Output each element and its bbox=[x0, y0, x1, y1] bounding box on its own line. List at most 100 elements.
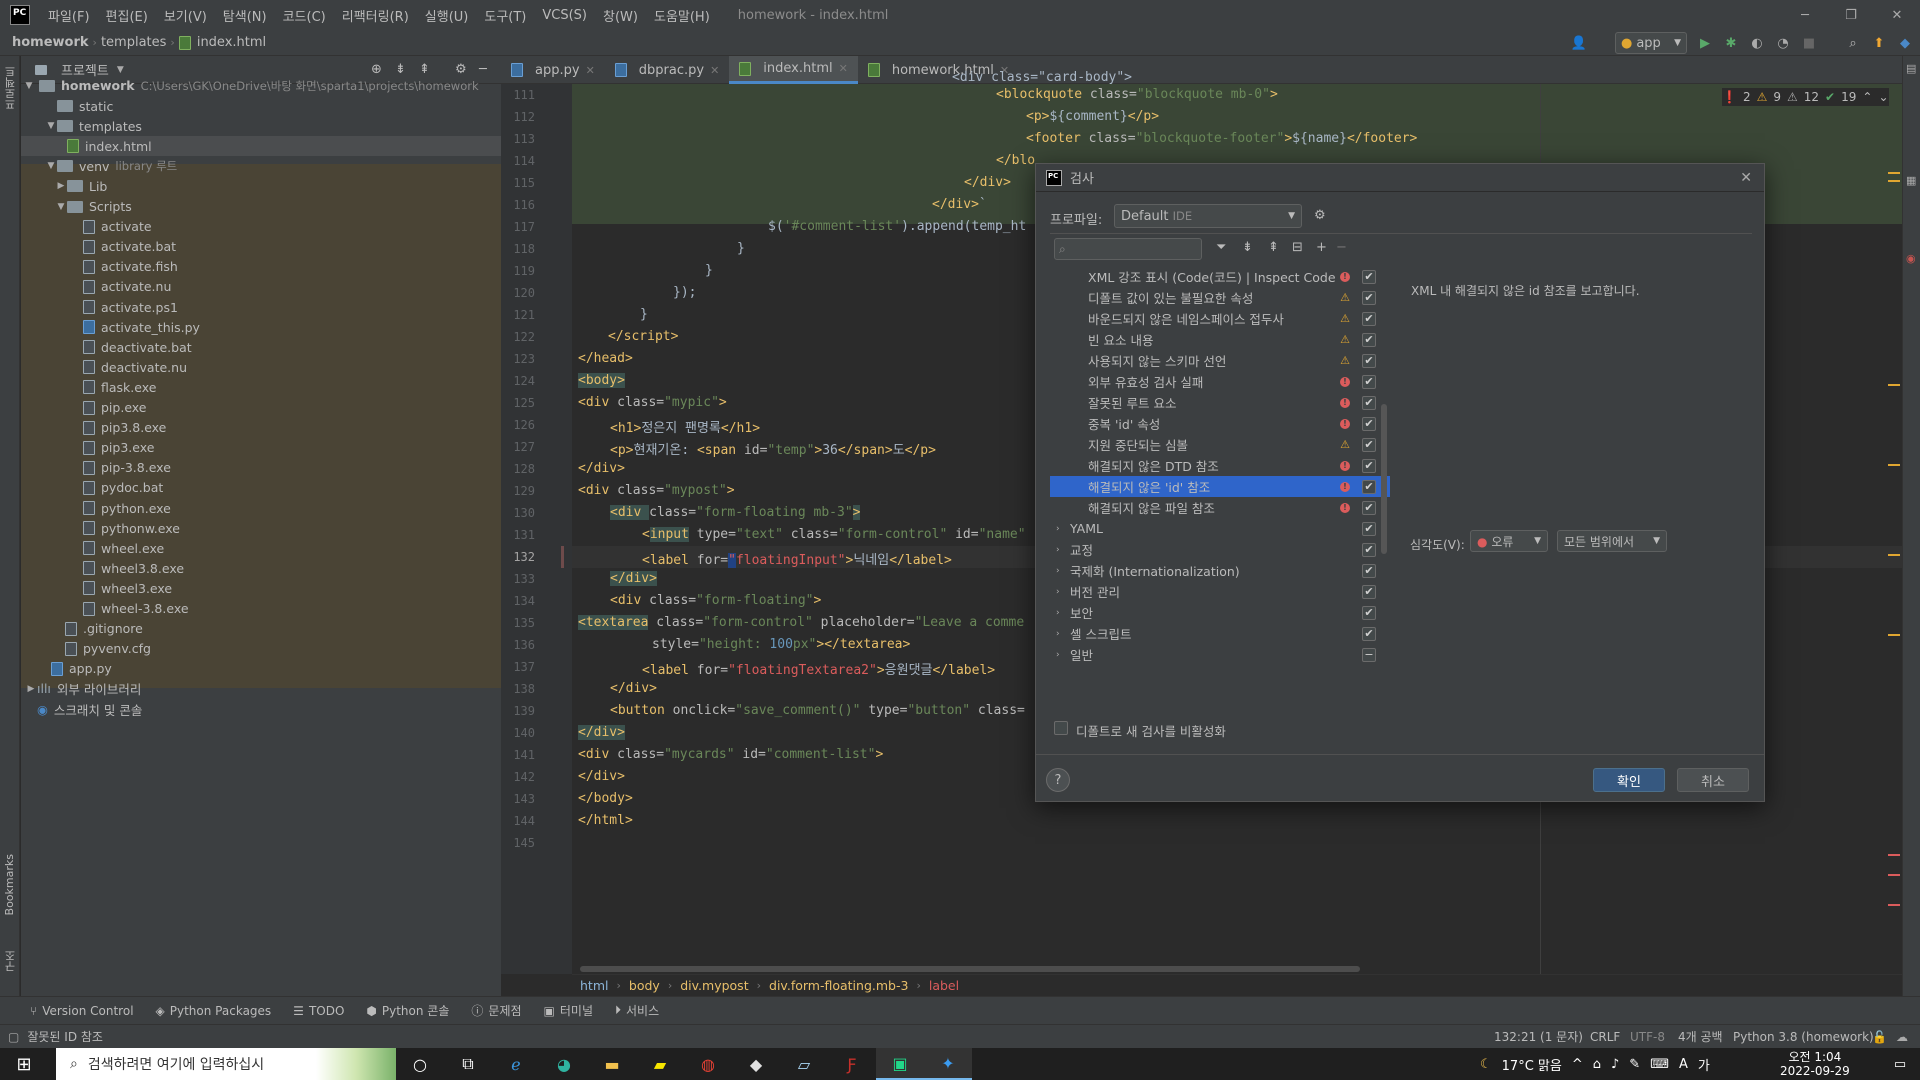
inspection-group-checkbox[interactable]: ✔ bbox=[1362, 563, 1376, 578]
tool-services[interactable]: ⏵ 서비스 bbox=[615, 1002, 659, 1019]
tree-item[interactable]: pip3.8.exe bbox=[21, 418, 501, 438]
git-icon[interactable]: ◆ bbox=[732, 1048, 780, 1080]
gear-icon[interactable]: ⚙ bbox=[455, 62, 467, 77]
tree-item[interactable]: pip3.exe bbox=[21, 438, 501, 458]
notifications-icon[interactable]: ▤ bbox=[1906, 62, 1916, 75]
inspection-checkbox[interactable]: ✔ bbox=[1362, 437, 1376, 452]
edge-icon[interactable]: ◕ bbox=[540, 1048, 588, 1080]
inspection-checkbox[interactable]: ✔ bbox=[1362, 479, 1376, 494]
ime-hangul[interactable]: 가 bbox=[1698, 1055, 1710, 1074]
file-explorer-icon[interactable]: ▬ bbox=[588, 1048, 636, 1080]
breadcrumb-label[interactable]: label bbox=[929, 978, 959, 993]
reset-icon[interactable]: ⊟ bbox=[1292, 240, 1303, 255]
inspection-item[interactable]: 해결되지 않은 DTD 참조! ✔ bbox=[1050, 455, 1390, 476]
taskbar-search[interactable]: ⌕ 검색하려면 여기에 입력하십시 bbox=[56, 1048, 396, 1080]
chevron-down-icon[interactable]: ▼ bbox=[55, 202, 67, 212]
pycharm-taskbar-icon[interactable]: ▣ bbox=[876, 1048, 924, 1080]
chevron-right-icon[interactable]: › bbox=[1056, 566, 1060, 576]
user-icon[interactable]: 👤 bbox=[1568, 33, 1590, 53]
close-icon[interactable]: ✕ bbox=[839, 62, 848, 75]
menu-code[interactable]: 코드(C) bbox=[275, 6, 334, 25]
kakaotalk-icon[interactable]: ▰ bbox=[636, 1048, 684, 1080]
chevron-right-icon[interactable]: ▶ bbox=[25, 684, 37, 694]
chevron-down-icon[interactable]: ▼ bbox=[45, 121, 57, 131]
windows-start-icon[interactable]: ⊞ bbox=[0, 1048, 48, 1080]
tree-item[interactable]: static bbox=[21, 96, 501, 116]
collapse-all-icon[interactable]: ⇞ bbox=[419, 62, 430, 77]
close-icon[interactable]: ✕ bbox=[1740, 170, 1752, 186]
inspection-checkbox[interactable]: ✔ bbox=[1362, 332, 1376, 347]
inspection-group[interactable]: › 셸 스크립트 ✔ bbox=[1050, 623, 1390, 644]
ime-mode[interactable]: A bbox=[1679, 1057, 1688, 1072]
inspection-item[interactable]: 해결되지 않은 파일 참조! ✔ bbox=[1050, 497, 1390, 518]
tree-item[interactable]: wheel3.8.exe bbox=[21, 558, 501, 578]
close-icon[interactable]: ✕ bbox=[710, 64, 719, 77]
tree-root-homework[interactable]: ▼ homework C:\Users\GK\OneDrive\바탕 화면\spar… bbox=[21, 76, 501, 96]
breadcrumb-div-mypost[interactable]: div.mypost bbox=[680, 978, 748, 993]
editor-error-stripe[interactable] bbox=[1884, 84, 1902, 974]
filezilla-icon[interactable]: Ƒ bbox=[828, 1048, 876, 1080]
menu-file[interactable]: 파일(F) bbox=[40, 6, 98, 25]
update-icon[interactable]: ⬆ bbox=[1868, 33, 1890, 53]
inspection-item[interactable]: 잘못된 루트 요소! ✔ bbox=[1050, 392, 1390, 413]
chevron-right-icon[interactable]: › bbox=[1056, 524, 1060, 534]
nav-crumb-file[interactable]: index.html bbox=[193, 35, 270, 50]
line-separator[interactable]: CRLF bbox=[1590, 1030, 1620, 1044]
tool-todo[interactable]: ☰ TODO bbox=[293, 1004, 344, 1018]
lock-icon[interactable]: 🔓 bbox=[1872, 1030, 1887, 1044]
run-icon[interactable]: ▶ bbox=[1694, 33, 1716, 53]
file-encoding[interactable]: UTF-8 bbox=[1630, 1030, 1665, 1044]
tree-item[interactable]: python.exe bbox=[21, 498, 501, 518]
indent-setting[interactable]: 4개 공백 bbox=[1678, 1028, 1723, 1045]
tree-item[interactable]: activate.nu bbox=[21, 277, 501, 297]
close-window-icon[interactable]: ✕ bbox=[1874, 0, 1920, 30]
coverage-icon[interactable]: ◐ bbox=[1746, 33, 1768, 53]
horizontal-scrollbar[interactable] bbox=[580, 966, 1360, 972]
menu-edit[interactable]: 편집(E) bbox=[98, 6, 156, 25]
tree-item[interactable]: pyvenv.cfg bbox=[21, 639, 501, 659]
chevron-down-icon[interactable]: ▼ bbox=[117, 65, 124, 75]
locate-icon[interactable]: ⊕ bbox=[371, 62, 382, 77]
tree-item[interactable]: activate.fish bbox=[21, 257, 501, 277]
tab-index-html[interactable]: index.html ✕ bbox=[729, 56, 858, 84]
scope-select[interactable]: 모든 범위에서 ▼ bbox=[1557, 530, 1667, 552]
menu-tools[interactable]: 도구(T) bbox=[476, 6, 534, 25]
inspection-item[interactable]: XML 강조 표시 (Code(코드) | Inspect Code(코! ✔ bbox=[1050, 266, 1390, 287]
tree-item[interactable]: ▼ templates bbox=[21, 116, 501, 136]
tab-app-py[interactable]: app.py ✕ bbox=[501, 56, 605, 84]
minimize-icon[interactable]: ─ bbox=[1782, 0, 1828, 30]
run-config-select[interactable]: ● app ▼ bbox=[1615, 32, 1687, 54]
inspection-checkbox[interactable]: ✔ bbox=[1362, 500, 1376, 515]
tree-item[interactable]: ▶ ıllı 외부 라이브러리 bbox=[21, 679, 501, 699]
disable-new-inspections-checkbox[interactable] bbox=[1054, 721, 1068, 735]
tree-item[interactable]: ◉ 스크래치 및 콘솔 bbox=[21, 699, 501, 719]
inspection-group[interactable]: › YAML ✔ bbox=[1050, 518, 1390, 539]
inspection-checkbox[interactable]: ✔ bbox=[1362, 395, 1376, 410]
cancel-button[interactable]: 취소 bbox=[1677, 768, 1749, 792]
inspection-group-checkbox[interactable]: ✔ bbox=[1362, 584, 1376, 599]
bookmarks-tool-button[interactable]: Bookmarks bbox=[3, 854, 16, 915]
search-icon[interactable]: ⌕ bbox=[1842, 33, 1864, 53]
chevron-up-icon[interactable]: ^ bbox=[1572, 1057, 1583, 1072]
inspection-item[interactable]: 사용되지 않는 스키마 선언 ⚠ ✔ bbox=[1050, 350, 1390, 371]
tool-version-control[interactable]: ⑂ Version Control bbox=[30, 1004, 134, 1018]
sciview-icon[interactable]: ▦ bbox=[1906, 174, 1916, 187]
menu-view[interactable]: 보기(V) bbox=[156, 6, 215, 25]
tree-item[interactable]: pip-3.8.exe bbox=[21, 458, 501, 478]
database-icon[interactable]: ◉ bbox=[1906, 252, 1916, 265]
inspection-scrollbar[interactable] bbox=[1381, 404, 1387, 554]
sourcetree-icon[interactable]: ✦ bbox=[924, 1048, 972, 1080]
caret-position[interactable]: 132:21 (1 문자) bbox=[1494, 1028, 1583, 1045]
python-interpreter[interactable]: Python 3.8 (homework) bbox=[1733, 1030, 1874, 1044]
tree-item[interactable]: app.py bbox=[21, 659, 501, 679]
remove-icon[interactable]: − bbox=[1336, 240, 1347, 255]
tree-item[interactable]: activate_this.py bbox=[21, 317, 501, 337]
inspection-group[interactable]: › 국제화 (Internationalization) ✔ bbox=[1050, 560, 1390, 581]
tree-item[interactable]: .gitignore bbox=[21, 619, 501, 639]
add-icon[interactable]: + bbox=[1316, 240, 1327, 255]
cortana-icon[interactable]: ○ bbox=[396, 1048, 444, 1080]
chevron-right-icon[interactable]: › bbox=[1056, 545, 1060, 555]
tree-item[interactable]: wheel.exe bbox=[21, 538, 501, 558]
debug-icon[interactable]: ✱ bbox=[1720, 33, 1742, 53]
inspection-item[interactable]: 디폴트 값이 있는 불필요한 속성 ⚠ ✔ bbox=[1050, 287, 1390, 308]
